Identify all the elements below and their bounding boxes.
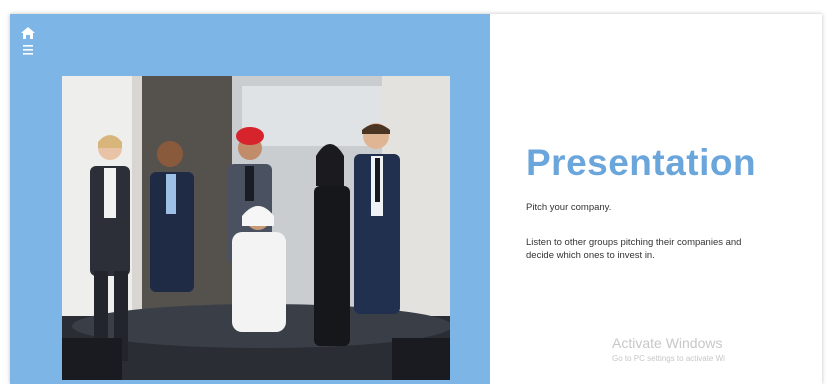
group-of-business-people-photo [62, 76, 450, 380]
page-title: Presentation [526, 142, 757, 183]
hamburger-menu-icon[interactable] [21, 44, 35, 56]
activate-windows-subtext: Go to PC settings to activate Wi [612, 354, 725, 363]
activate-windows-watermark: Activate Windows [612, 335, 723, 351]
body-text: Listen to other groups pitching their co… [526, 237, 742, 261]
left-panel [10, 14, 490, 384]
right-panel: Presentation Pitch your company. Listen … [490, 14, 822, 384]
home-icon[interactable] [20, 26, 36, 40]
subtitle-text: Pitch your company. [526, 202, 612, 213]
slide: Presentation Pitch your company. Listen … [10, 14, 822, 384]
